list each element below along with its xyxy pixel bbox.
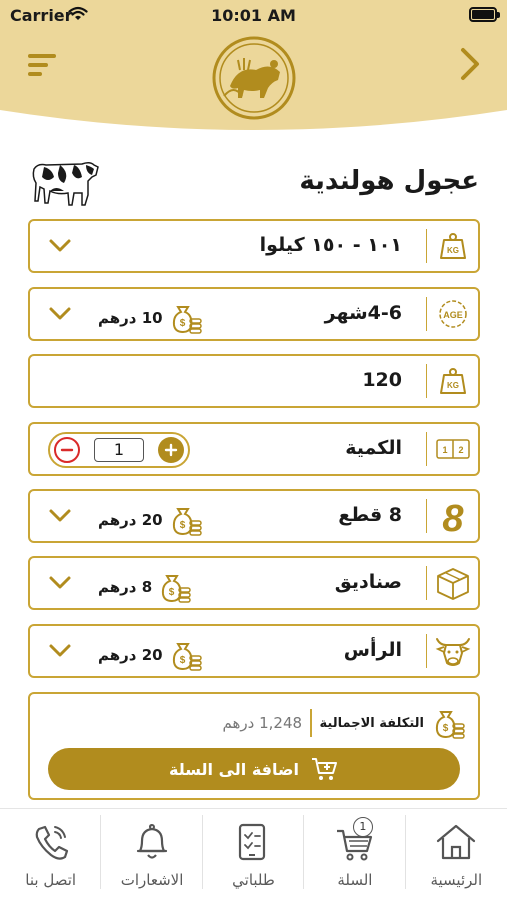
tab-cart[interactable]: 1 السلة xyxy=(304,809,407,900)
bell-icon xyxy=(136,824,168,859)
kg-weight-icon: KG xyxy=(439,368,466,394)
svg-text:$: $ xyxy=(443,723,449,734)
battery-icon xyxy=(469,7,500,22)
svg-text:8: 8 xyxy=(442,498,464,535)
quantity-stepper: 1 xyxy=(48,432,190,468)
quantity-label: الكمية xyxy=(345,437,402,459)
increase-quantity-button[interactable] xyxy=(158,437,184,463)
add-to-cart-label: اضافة الى السلة xyxy=(169,759,299,779)
age-option-row[interactable]: AGE 4-6شهر 10 درهم $ xyxy=(28,287,480,341)
tab-contact[interactable]: اتصل بنا xyxy=(0,809,102,900)
add-to-cart-icon xyxy=(311,758,337,780)
weight-option-label: ١٠١ - ١٥٠ كيلوا xyxy=(259,234,402,256)
kg-weight-icon: KG xyxy=(439,233,466,259)
plus-icon xyxy=(164,443,178,457)
packaging-option-row[interactable]: صناديق 8 درهم $ xyxy=(28,556,480,610)
cart-count-badge: 1 xyxy=(352,817,373,837)
orders-icon xyxy=(239,823,266,861)
tab-notifications-label: الاشعارات xyxy=(120,871,184,889)
tab-contact-label: اتصل بنا xyxy=(25,871,77,889)
chevron-right-icon[interactable] xyxy=(455,46,485,82)
clock: 10:01 AM xyxy=(211,6,296,25)
head-option-row[interactable]: الرأس 20 درهم $ xyxy=(28,624,480,678)
money-bag-icon: $ xyxy=(435,711,465,739)
chevron-down-icon[interactable] xyxy=(48,305,72,323)
money-bag-icon: $ xyxy=(172,508,202,536)
tab-cart-label: السلة xyxy=(337,871,373,889)
weight-input-row[interactable]: KG 120 xyxy=(28,354,480,408)
pieces-price: 20 درهم $ xyxy=(98,503,203,537)
farm-logo xyxy=(212,36,296,120)
quantity-value[interactable]: 1 xyxy=(94,438,144,462)
quantity-row: 1 2 الكمية 1 xyxy=(28,422,480,476)
age-price: 10 درهم $ xyxy=(98,301,203,335)
phone-icon xyxy=(35,825,68,860)
svg-text:1: 1 xyxy=(442,445,447,455)
minus-icon xyxy=(60,448,74,452)
money-bag-icon: $ xyxy=(162,575,191,603)
chevron-down-icon[interactable] xyxy=(48,237,72,255)
box-icon xyxy=(436,568,469,600)
pieces-option-row[interactable]: 8 8 قطع 20 درهم $ xyxy=(28,489,480,543)
quantity-icon: 1 2 xyxy=(435,439,470,459)
money-bag-icon: $ xyxy=(172,643,202,671)
add-to-cart-button[interactable]: اضافة الى السلة xyxy=(48,748,460,790)
svg-text:KG: KG xyxy=(447,381,459,390)
svg-text:AGE: AGE xyxy=(443,310,463,320)
svg-text:2: 2 xyxy=(458,445,463,455)
cow-image xyxy=(32,161,99,206)
age-price-text: 10 درهم xyxy=(98,309,163,327)
total-cost-label: التكلفة الاجمالية xyxy=(319,715,424,731)
weight-option-row[interactable]: KG ١٠١ - ١٥٠ كيلوا xyxy=(28,219,480,273)
product-title: عجول هولندية xyxy=(299,166,479,196)
tab-home-label: الرئيسية xyxy=(430,871,483,889)
head-price: 20 درهم $ xyxy=(98,638,203,672)
divider xyxy=(310,709,312,737)
chevron-down-icon[interactable] xyxy=(48,574,72,592)
packaging-price-text: 8 درهم xyxy=(98,578,153,596)
total-cost-row: $ التكلفة الاجمالية 1,248 درهم xyxy=(223,706,467,740)
tab-notifications[interactable]: الاشعارات xyxy=(101,809,204,900)
svg-text:KG: KG xyxy=(447,246,459,255)
svg-text:$: $ xyxy=(169,587,175,598)
svg-text:$: $ xyxy=(179,520,185,531)
tab-home[interactable]: الرئيسية xyxy=(406,809,507,900)
tab-orders-label: طلباتي xyxy=(232,871,275,889)
head-price-text: 20 درهم xyxy=(98,646,163,664)
svg-text:$: $ xyxy=(179,655,185,666)
chevron-down-icon[interactable] xyxy=(48,507,72,525)
age-icon: AGE xyxy=(438,300,467,328)
status-bar: Carrier 10:01 AM xyxy=(0,0,507,32)
bottom-tab-bar: الرئيسية 1 السلة طلباتي الاشعارات اتصل ب… xyxy=(0,808,507,900)
total-cost-value: 1,248 درهم xyxy=(222,714,303,732)
tab-orders[interactable]: طلباتي xyxy=(203,809,305,900)
cow-head-icon xyxy=(435,638,470,666)
home-icon xyxy=(437,824,476,860)
pieces-option-label: 8 قطع xyxy=(338,504,402,526)
packaging-price: 8 درهم $ xyxy=(98,570,192,604)
pieces-price-text: 20 درهم xyxy=(98,511,163,529)
menu-icon[interactable] xyxy=(28,52,62,78)
packaging-option-label: صناديق xyxy=(334,571,402,593)
head-option-label: الرأس xyxy=(343,639,402,661)
order-summary: $ التكلفة الاجمالية 1,248 درهم اضافة الى… xyxy=(28,692,480,800)
money-bag-icon: $ xyxy=(172,306,202,334)
weight-input-value[interactable]: 120 xyxy=(362,369,402,391)
svg-text:$: $ xyxy=(179,318,185,329)
age-option-label: 4-6شهر xyxy=(324,302,402,324)
eight-pieces-icon: 8 xyxy=(442,498,464,535)
chevron-down-icon[interactable] xyxy=(48,642,72,660)
decrease-quantity-button[interactable] xyxy=(54,437,80,463)
